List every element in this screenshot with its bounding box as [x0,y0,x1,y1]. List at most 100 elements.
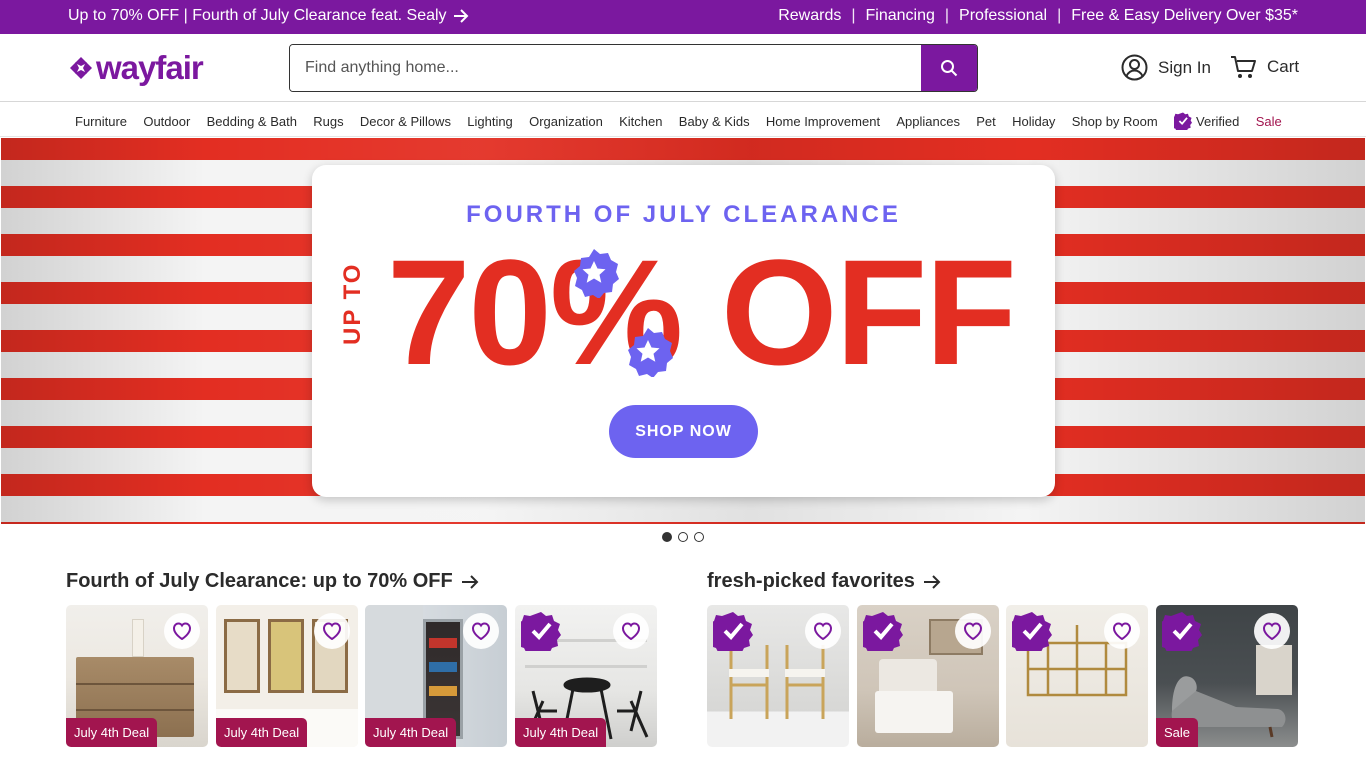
nav-item-pet[interactable]: Pet [976,112,996,130]
sign-in-label: Sign In [1158,57,1211,77]
product-tile-bed[interactable] [857,605,999,747]
cart-label: Cart [1267,57,1300,76]
product-tile-dresser[interactable]: July 4th Deal [66,605,208,747]
carousel-dot-3[interactable] [694,532,704,542]
lamp-image [132,619,144,657]
promo-bar: Up to 70% OFF | Fourth of July Clearance… [0,0,1366,34]
dresser-drawer-line [76,683,194,685]
favorite-button[interactable] [955,613,991,649]
verified-badge-icon [713,612,753,651]
deal-badge: July 4th Deal [515,718,607,747]
professional-link[interactable]: Professional [959,7,1047,25]
favorite-button[interactable] [1254,613,1290,649]
deal-badge: July 4th Deal [66,718,158,747]
section-title-text: fresh-picked favorites [707,570,915,592]
verified-label: Verified [1196,113,1240,129]
nav-item-home-improvement[interactable]: Home Improvement [766,112,880,130]
favorite-button[interactable] [314,613,350,649]
shelf-image [1256,645,1292,695]
hero-up-to: UP TO [339,262,366,345]
financing-link[interactable]: Financing [866,7,935,25]
nav-item-organization[interactable]: Organization [529,112,603,130]
verified-badge-icon [1012,612,1052,651]
hero-headline: 70% OFF [387,228,1017,396]
wayfair-logo[interactable]: wayfair [68,49,204,86]
favorite-button[interactable] [805,613,841,649]
nav-item-baby-kids[interactable]: Baby & Kids [679,112,750,130]
cart-icon [1231,56,1256,78]
verified-badge-icon [521,612,561,651]
section-title-text: Fourth of July Clearance: up to 70% OFF [66,570,453,592]
nav-item-decor-pillows[interactable]: Decor & Pillows [360,112,451,130]
shop-now-button[interactable]: SHOP NOW [609,405,758,458]
verified-badge-icon [1162,612,1202,651]
star-badge-icon [628,328,673,377]
category-nav: Furniture Outdoor Bedding & Bath Rugs De… [0,103,1366,137]
favorite-button[interactable] [1104,613,1140,649]
sign-in-button[interactable]: Sign In [1121,54,1211,81]
user-icon [1121,54,1148,81]
heart-icon [1262,622,1282,640]
category-list: Furniture Outdoor Bedding & Bath Rugs De… [75,112,1282,130]
art-frame-image [224,619,260,693]
hero-banner[interactable]: FOURTH OF JULY CLEARANCE UP TO 70% OFF S… [1,138,1365,524]
dresser-drawer-line [76,709,194,711]
logo-wordmark: wayfair [96,49,204,86]
product-tile-chaise-lounge[interactable]: Sale [1156,605,1298,747]
favorite-button[interactable] [463,613,499,649]
verified-badge-icon [863,612,903,651]
hero-kicker: FOURTH OF JULY CLEARANCE [466,201,901,228]
promo-text[interactable]: Up to 70% OFF | Fourth of July Clearance… [68,7,447,25]
product-tile-chandelier[interactable] [1006,605,1148,747]
rewards-link[interactable]: Rewards [778,7,841,25]
can-row [429,686,457,696]
nav-item-sale[interactable]: Sale [1256,112,1282,130]
shelf-image [525,665,647,668]
search-input[interactable] [290,45,921,91]
nav-item-shop-by-room[interactable]: Shop by Room [1072,112,1158,130]
nav-item-lighting[interactable]: Lighting [467,112,513,130]
heart-icon [621,622,641,640]
cart-button[interactable]: Cart [1229,54,1299,80]
carousel-dot-1[interactable] [662,532,672,542]
promo-links: Rewards | Financing | Professional | Fre… [778,7,1298,25]
carousel-dots [662,532,704,542]
carousel-dot-2[interactable] [678,532,688,542]
wayfair-pinwheel-icon [70,57,92,79]
product-tile-bistro-set[interactable]: July 4th Deal [515,605,657,747]
nav-item-outdoor[interactable]: Outdoor [143,112,190,130]
search-button[interactable] [921,45,977,91]
heart-icon [1112,622,1132,640]
nav-item-rugs[interactable]: Rugs [313,112,343,130]
free-delivery-link[interactable]: Free & Easy Delivery Over $35* [1071,7,1298,25]
divider: | [944,7,950,24]
arrow-right-icon [923,574,941,589]
divider: | [851,7,856,24]
divider: | [1057,7,1062,24]
heart-icon [322,622,342,640]
search-bar [289,44,978,92]
nav-item-furniture[interactable]: Furniture [75,112,127,130]
fresh-picked-section-title[interactable]: fresh-picked favorites [707,570,941,593]
hero-card: FOURTH OF JULY CLEARANCE UP TO 70% OFF S… [312,165,1055,497]
favorite-button[interactable] [613,613,649,649]
nav-item-kitchen[interactable]: Kitchen [619,112,662,130]
product-tile-beverage-fridge[interactable]: July 4th Deal [365,605,507,747]
heart-icon [963,622,983,640]
product-tile-wall-art[interactable]: July 4th Deal [216,605,358,747]
verified-badge-icon [1174,112,1193,130]
bed-image [875,691,953,733]
favorite-button[interactable] [164,613,200,649]
nav-item-verified[interactable]: Verified [1174,112,1239,130]
arrow-right-icon [453,9,468,23]
can-row [429,638,457,648]
search-icon [941,60,958,77]
heart-icon [172,622,192,640]
nav-item-holiday[interactable]: Holiday [1012,112,1055,130]
promo-link[interactable]: Up to 70% OFF | Fourth of July Clearance… [68,7,469,25]
nav-item-bedding-bath[interactable]: Bedding & Bath [207,112,297,130]
deal-badge: July 4th Deal [365,718,457,747]
clearance-section-title[interactable]: Fourth of July Clearance: up to 70% OFF [66,570,479,593]
nav-item-appliances[interactable]: Appliances [896,112,960,130]
product-tile-bar-stools[interactable] [707,605,849,747]
